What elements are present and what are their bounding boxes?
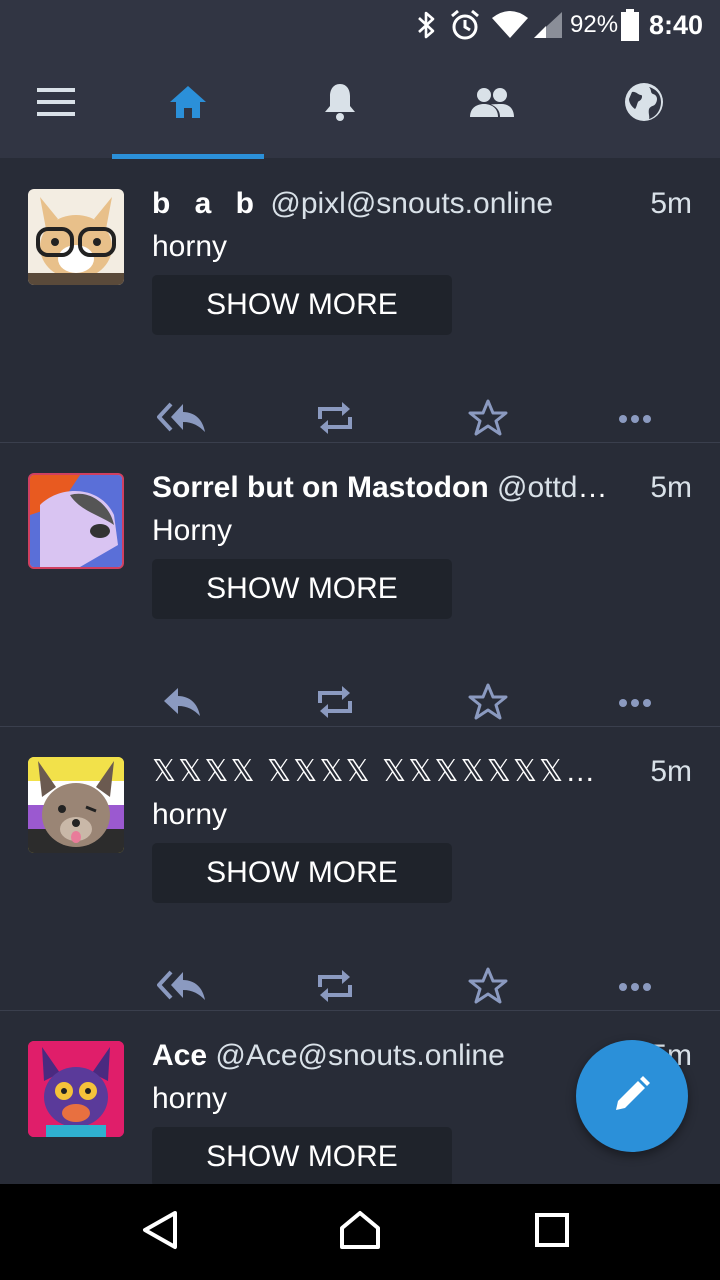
reply-all-button[interactable]: [147, 395, 217, 445]
status-timestamp[interactable]: 5m: [650, 184, 692, 224]
wifi-icon: [492, 8, 528, 42]
avatar[interactable]: [28, 1041, 124, 1137]
more-horizontal-icon: [618, 695, 652, 713]
status-actions: [0, 395, 720, 445]
content-warning-text: horny: [152, 1082, 228, 1115]
bell-icon: [322, 82, 358, 127]
show-more-button[interactable]: SHOW MORE: [152, 1127, 452, 1187]
display-name[interactable]: Ace: [152, 1039, 207, 1072]
account-handle[interactable]: @pixl@snouts.online: [270, 187, 553, 220]
avatar[interactable]: [28, 757, 124, 853]
content-warning-text: Horny: [152, 514, 233, 547]
app-tab-bar: [0, 50, 720, 158]
reply-all-button[interactable]: [147, 963, 217, 1013]
status-header: 𝕏𝕏𝕏𝕏 𝕏𝕏𝕏𝕏 𝕏𝕏𝕏𝕏𝕏𝕏𝕏𝕏𝕏𝕏 t h e 𝕏𝕏𝕏𝕏 @…: [152, 752, 620, 792]
status-timestamp[interactable]: 5m: [650, 468, 692, 508]
content-warning-text: horny: [152, 798, 228, 831]
home-icon: [168, 84, 208, 125]
more-options-button[interactable]: [600, 679, 670, 729]
display-name[interactable]: 𝕏𝕏𝕏𝕏 𝕏𝕏𝕏𝕏 𝕏𝕏𝕏𝕏𝕏𝕏𝕏𝕏𝕏𝕏 t h e 𝕏𝕏𝕏𝕏: [152, 755, 620, 788]
battery-icon: [620, 8, 640, 42]
content-warning-text: horny: [152, 230, 228, 263]
avatar[interactable]: [28, 189, 124, 285]
more-horizontal-icon: [618, 979, 652, 997]
status-item[interactable]: b a b @pixl@snouts.online 5m horny SHOW …: [0, 159, 720, 443]
tab-local[interactable]: [416, 50, 568, 158]
boost-icon: [316, 967, 354, 1010]
menu-icon: [37, 87, 75, 121]
display-name[interactable]: b a b: [152, 187, 262, 220]
nav-recents-button[interactable]: [504, 1184, 600, 1280]
reply-all-icon: [157, 970, 207, 1007]
nav-back-button[interactable]: [112, 1184, 208, 1280]
home-outline-icon: [338, 1210, 382, 1255]
more-options-button[interactable]: [600, 963, 670, 1013]
tab-menu[interactable]: [0, 50, 112, 158]
account-handle[interactable]: @ottdo…: [497, 471, 620, 504]
boost-button[interactable]: [300, 963, 370, 1013]
status-item[interactable]: 𝕏𝕏𝕏𝕏 𝕏𝕏𝕏𝕏 𝕏𝕏𝕏𝕏𝕏𝕏𝕏𝕏𝕏𝕏 t h e 𝕏𝕏𝕏𝕏 @… 5m ho…: [0, 727, 720, 1011]
tab-notifications[interactable]: [264, 50, 416, 158]
favourite-button[interactable]: [453, 395, 523, 445]
tab-federated[interactable]: [568, 50, 720, 158]
people-icon: [469, 87, 515, 122]
boost-button[interactable]: [300, 679, 370, 729]
clock-time: 8:40: [649, 9, 704, 40]
tab-home[interactable]: [112, 50, 264, 158]
show-more-button[interactable]: SHOW MORE: [152, 275, 452, 335]
boost-icon: [316, 683, 354, 726]
show-more-button[interactable]: SHOW MORE: [152, 559, 452, 619]
star-icon: [468, 682, 508, 727]
account-handle[interactable]: @Ace@snouts.online: [215, 1039, 504, 1072]
reply-all-icon: [157, 402, 207, 439]
status-timestamp[interactable]: 5m: [650, 752, 692, 792]
show-more-button[interactable]: SHOW MORE: [152, 843, 452, 903]
favourite-button[interactable]: [453, 679, 523, 729]
recents-icon: [535, 1212, 569, 1252]
back-icon: [141, 1210, 179, 1255]
signal-icon: [532, 8, 564, 42]
system-navigation-bar: [0, 1184, 720, 1280]
compose-button[interactable]: [576, 1040, 688, 1152]
avatar[interactable]: [28, 473, 124, 569]
more-options-button[interactable]: [600, 395, 670, 445]
status-actions: [0, 679, 720, 729]
system-status-bar: 92% 8:40: [0, 0, 720, 50]
favourite-button[interactable]: [453, 963, 523, 1013]
bluetooth-icon: [414, 8, 438, 42]
status-header: Ace @Ace@snouts.online: [152, 1036, 620, 1076]
reply-icon: [162, 686, 202, 723]
status-actions: [0, 963, 720, 1013]
reply-button[interactable]: [147, 679, 217, 729]
more-horizontal-icon: [618, 411, 652, 429]
globe-icon: [623, 81, 665, 128]
display-name[interactable]: Sorrel but on Mastodon: [152, 471, 489, 504]
pencil-icon: [612, 1074, 652, 1119]
status-header: Sorrel but on Mastodon @ottdo…: [152, 468, 620, 508]
boost-button[interactable]: [300, 395, 370, 445]
nav-home-button[interactable]: [312, 1184, 408, 1280]
star-icon: [468, 966, 508, 1011]
battery-percent: 92%: [570, 11, 619, 38]
status-header: b a b @pixl@snouts.online: [152, 184, 620, 224]
boost-icon: [316, 399, 354, 442]
status-item[interactable]: Sorrel but on Mastodon @ottdo… 5m Horny …: [0, 443, 720, 727]
star-icon: [468, 398, 508, 443]
alarm-icon: [448, 8, 482, 42]
